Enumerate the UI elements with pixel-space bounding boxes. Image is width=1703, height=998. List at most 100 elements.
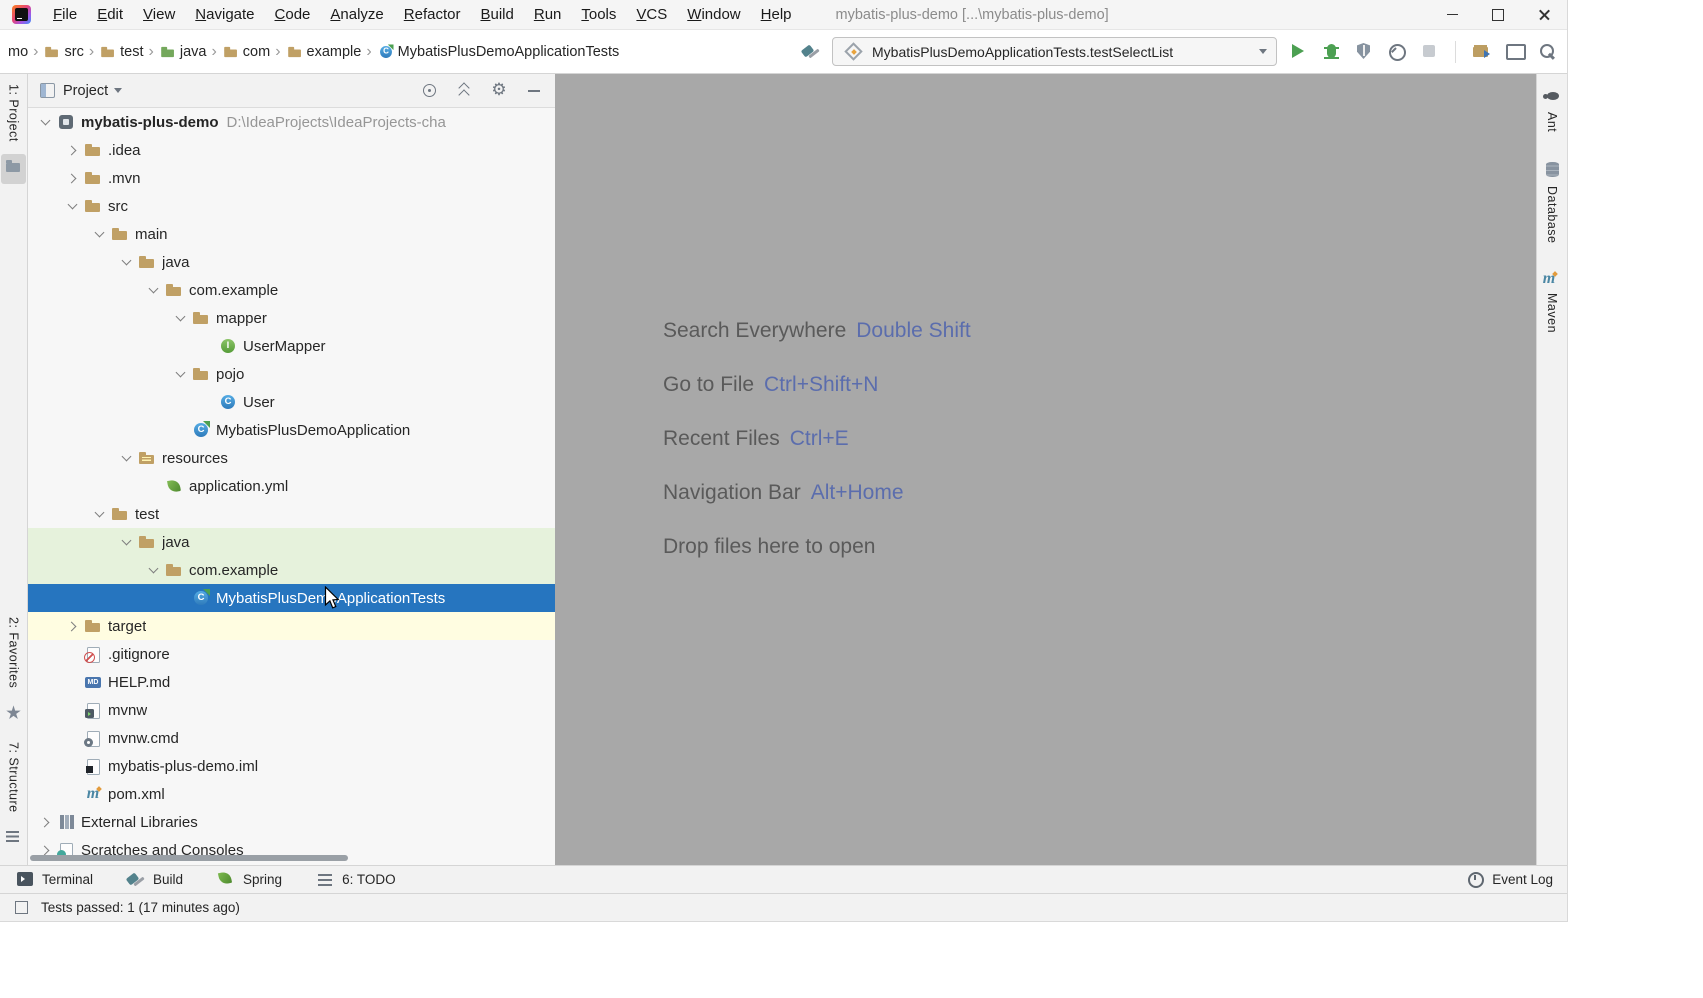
collapse-chevron-icon[interactable] <box>115 444 138 472</box>
close-button[interactable] <box>1521 0 1567 30</box>
minimize-button[interactable] <box>1429 0 1475 30</box>
collapse-chevron-icon[interactable] <box>169 360 192 388</box>
tree-item-mybatisplusdemoapplicationtests[interactable]: CMybatisPlusDemoApplicationTests <box>28 584 555 612</box>
tree-item-java[interactable]: java <box>28 248 555 276</box>
folder-icon <box>111 505 129 523</box>
tree-item-resources[interactable]: resources <box>28 444 555 472</box>
test-class-icon: C <box>378 44 393 59</box>
tree-item-idea[interactable]: .idea <box>28 136 555 164</box>
tree-item-com-example[interactable]: com.example <box>28 276 555 304</box>
menu-build[interactable]: Build <box>470 0 523 30</box>
tree-item-pojo[interactable]: pojo <box>28 360 555 388</box>
menu-code[interactable]: Code <box>265 0 321 30</box>
run-config-label: MybatisPlusDemoApplicationTests.testSele… <box>872 44 1252 60</box>
build-hammer-icon[interactable] <box>800 40 823 63</box>
tool-button-database[interactable]: Database <box>1541 158 1564 244</box>
expand-chevron-icon[interactable] <box>61 612 84 640</box>
collapse-chevron-icon[interactable] <box>169 304 192 332</box>
stop-icon[interactable] <box>1418 40 1441 63</box>
tree-item-usermapper[interactable]: IUserMapper <box>28 332 555 360</box>
menu-run[interactable]: Run <box>524 0 572 30</box>
menu-window[interactable]: Window <box>677 0 750 30</box>
run-configuration-select[interactable]: MybatisPlusDemoApplicationTests.testSele… <box>832 37 1277 66</box>
tool-button-spring[interactable]: Spring <box>215 868 282 891</box>
structure-tool-button[interactable] <box>1 825 26 855</box>
tool-button-ant[interactable]: Ant <box>1541 84 1564 132</box>
breadcrumb-test[interactable]: test <box>99 43 143 61</box>
profiler-icon[interactable] <box>1385 40 1408 63</box>
favorites-star-button[interactable] <box>1 700 26 730</box>
run-icon[interactable] <box>1286 40 1309 63</box>
horizontal-scrollbar[interactable] <box>30 855 348 861</box>
tree-item-java[interactable]: java <box>28 528 555 556</box>
tree-item-mybatis-plus-demo[interactable]: mybatis-plus-demoD:\IdeaProjects\IdeaPro… <box>28 108 555 136</box>
tree-item-pom-xml[interactable]: mpom.xml <box>28 780 555 808</box>
breadcrumb-example[interactable]: example <box>286 43 362 61</box>
project-tree: mybatis-plus-demoD:\IdeaProjects\IdeaPro… <box>28 108 555 865</box>
tool-button-1-project[interactable]: 1: Project <box>7 84 21 142</box>
expand-chevron-icon[interactable] <box>61 164 84 192</box>
menu-file[interactable]: File <box>43 0 87 30</box>
collapse-chevron-icon[interactable] <box>61 192 84 220</box>
maximize-button[interactable] <box>1475 0 1521 30</box>
menu-vcs[interactable]: VCS <box>626 0 677 30</box>
project-view-selector[interactable]: Project <box>63 83 122 99</box>
menu-tools[interactable]: Tools <box>571 0 626 30</box>
tree-item-target[interactable]: target <box>28 612 555 640</box>
tree-item-mybatis-plus-demo-iml[interactable]: mybatis-plus-demo.iml <box>28 752 555 780</box>
tree-item-user[interactable]: CUser <box>28 388 555 416</box>
folder-icon <box>287 44 302 59</box>
coverage-icon[interactable] <box>1352 40 1375 63</box>
folder-arrow-icon[interactable] <box>1470 40 1493 63</box>
menu-refactor[interactable]: Refactor <box>394 0 471 30</box>
tree-item-mvn[interactable]: .mvn <box>28 164 555 192</box>
tree-item-help-md[interactable]: MDHELP.md <box>28 668 555 696</box>
breadcrumb-mo[interactable]: mo <box>8 44 28 60</box>
tool-button-event-log[interactable]: Event Log <box>1464 868 1553 891</box>
tree-item-mvnw-cmd[interactable]: mvnw.cmd <box>28 724 555 752</box>
collapse-chevron-icon[interactable] <box>115 528 138 556</box>
expand-chevron-icon[interactable] <box>61 136 84 164</box>
menu-analyze[interactable]: Analyze <box>320 0 393 30</box>
menu-view[interactable]: View <box>133 0 185 30</box>
tree-item-test[interactable]: test <box>28 500 555 528</box>
tree-item-com-example[interactable]: com.example <box>28 556 555 584</box>
menu-navigate[interactable]: Navigate <box>185 0 264 30</box>
debug-icon[interactable] <box>1319 40 1342 63</box>
tool-button-build[interactable]: Build <box>125 868 183 891</box>
menu-help[interactable]: Help <box>751 0 802 30</box>
monitor-icon[interactable] <box>1503 40 1526 63</box>
tree-item-src[interactable]: src <box>28 192 555 220</box>
settings-gear-icon[interactable] <box>490 82 508 100</box>
collapse-chevron-icon[interactable] <box>115 248 138 276</box>
tool-button-7-structure[interactable]: 7: Structure <box>7 742 21 813</box>
status-square-icon[interactable] <box>10 896 33 919</box>
tree-item-mybatisplusdemoapplication[interactable]: CMybatisPlusDemoApplication <box>28 416 555 444</box>
collapse-chevron-icon[interactable] <box>142 276 165 304</box>
breadcrumb-com[interactable]: com <box>222 43 270 61</box>
menu-edit[interactable]: Edit <box>87 0 133 30</box>
tree-item-gitignore[interactable]: .gitignore <box>28 640 555 668</box>
project-folder-tool-button[interactable] <box>1 154 26 184</box>
tree-item-mvnw[interactable]: mvnw <box>28 696 555 724</box>
tree-item-external-libraries[interactable]: External Libraries <box>28 808 555 836</box>
hide-icon[interactable] <box>525 82 543 100</box>
collapse-all-icon[interactable] <box>455 82 473 100</box>
tool-button-6-todo[interactable]: 6: TODO <box>314 868 396 891</box>
tool-button-terminal[interactable]: Terminal <box>14 868 93 891</box>
breadcrumb-src[interactable]: src <box>43 43 83 61</box>
collapse-chevron-icon[interactable] <box>34 108 57 136</box>
tool-button-maven[interactable]: mMaven <box>1540 270 1564 333</box>
collapse-chevron-icon[interactable] <box>88 220 111 248</box>
locate-icon[interactable] <box>420 82 438 100</box>
expand-chevron-icon[interactable] <box>34 808 57 836</box>
tree-item-main[interactable]: main <box>28 220 555 248</box>
tree-item-mapper[interactable]: mapper <box>28 304 555 332</box>
tree-item-application-yml[interactable]: application.yml <box>28 472 555 500</box>
search-icon[interactable] <box>1536 40 1559 63</box>
collapse-chevron-icon[interactable] <box>142 556 165 584</box>
collapse-chevron-icon[interactable] <box>88 500 111 528</box>
tool-button-2-favorites[interactable]: 2: Favorites <box>7 617 21 688</box>
breadcrumb-java[interactable]: java <box>159 43 207 61</box>
breadcrumb-mybatisplusdemoapplicationtests[interactable]: CMybatisPlusDemoApplicationTests <box>377 43 620 61</box>
